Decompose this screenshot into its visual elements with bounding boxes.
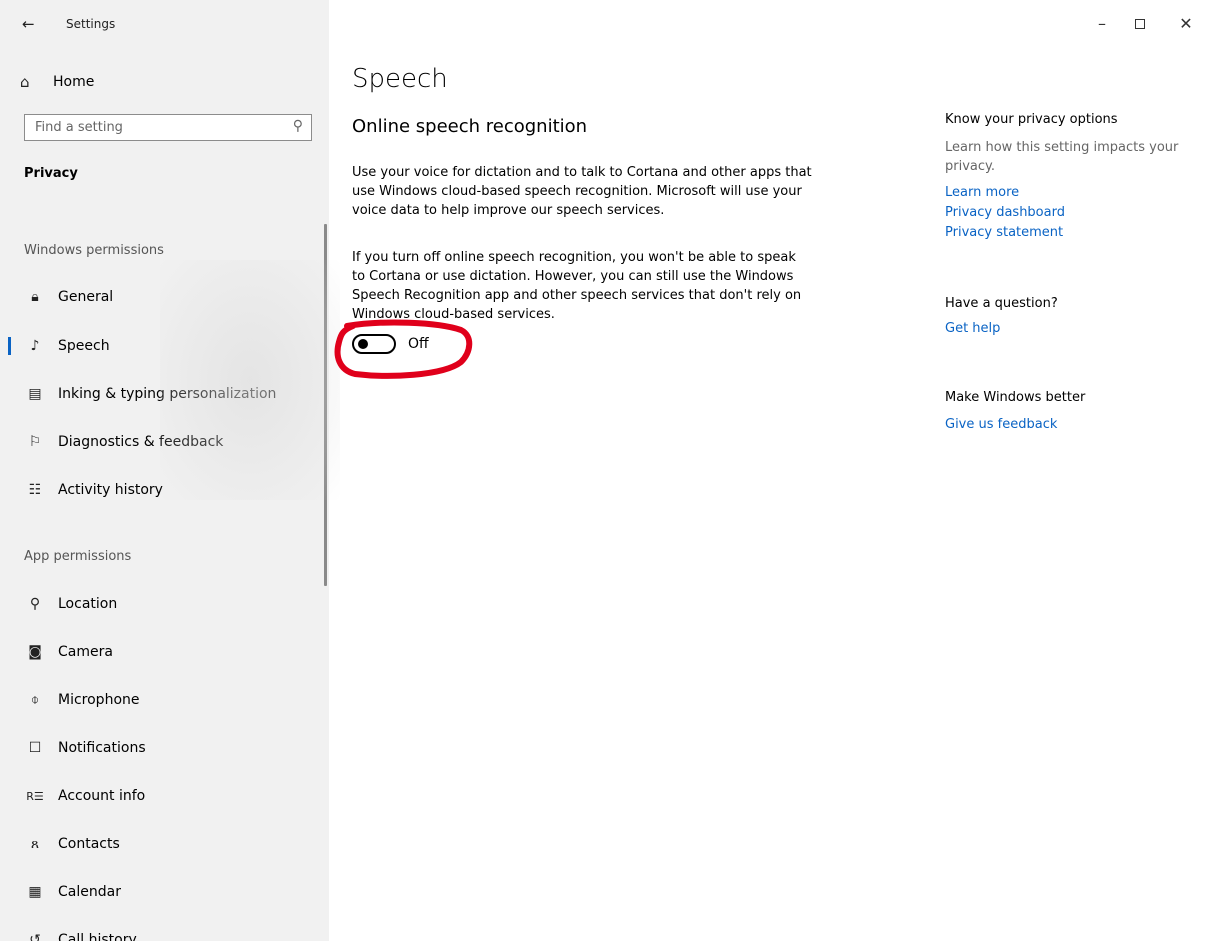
sidebar-item-account-info[interactable]: R☰ Account info — [0, 776, 320, 816]
sidebar-item-general[interactable]: 🔒︎ General — [0, 277, 320, 317]
sidebar-item-label: Contacts — [58, 836, 120, 852]
notifications-icon: ☐ — [28, 740, 42, 756]
camera-icon: ◙ — [28, 644, 42, 660]
sidebar-item-label: Inking & typing personalization — [58, 386, 277, 402]
lock-icon: 🔒︎ — [31, 289, 39, 305]
description-paragraph: Use your voice for dictation and to talk… — [352, 165, 812, 218]
home-nav-item[interactable]: ⌂ Home — [20, 68, 94, 96]
sidebar-item-call-history[interactable]: ↺ Call history — [0, 920, 320, 941]
sidebar-item-microphone[interactable]: ⌽ Microphone — [0, 680, 320, 720]
back-arrow-icon[interactable]: ← — [22, 14, 42, 34]
sidebar-item-inking-typing[interactable]: ▤ Inking & typing personalization — [0, 374, 320, 414]
clipboard-icon: ▤ — [28, 386, 42, 402]
sidebar-item-notifications[interactable]: ☐ Notifications — [0, 728, 320, 768]
maximize-button[interactable] — [1125, 10, 1155, 38]
sidebar-item-speech[interactable]: ♪ Speech — [0, 326, 320, 366]
microphone-icon: ⌽ — [30, 692, 40, 708]
sidebar-item-diagnostics[interactable]: ⚐ Diagnostics & feedback — [0, 422, 320, 462]
privacy-statement-link[interactable]: Privacy statement — [945, 225, 1063, 240]
sidebar-item-label: Calendar — [58, 884, 121, 900]
sidebar-item-label: Account info — [58, 788, 146, 804]
sidebar-item-calendar[interactable]: ▦ Calendar — [0, 872, 320, 912]
warning-paragraph: If you turn off online speech recognitio… — [352, 250, 802, 322]
location-icon: ⚲ — [29, 596, 41, 612]
sidebar-item-camera[interactable]: ◙ Camera — [0, 632, 320, 672]
home-label: Home — [53, 74, 95, 90]
home-icon: ⌂ — [20, 73, 30, 91]
title-bar: ← Settings – ✕ — [0, 0, 1209, 48]
toggle-state-label: Off — [408, 336, 429, 352]
online-speech-toggle-row[interactable]: Off — [352, 333, 429, 355]
privacy-options-text: Learn how this setting impacts your priv… — [945, 140, 1179, 174]
search-placeholder: Find a setting — [35, 120, 123, 135]
contacts-icon: ጸ — [30, 836, 40, 852]
search-icon: ⚲ — [292, 118, 303, 134]
sidebar-item-label: Call history — [58, 932, 137, 941]
section-app-permissions: App permissions — [24, 549, 132, 564]
account-info-icon: R☰ — [26, 789, 44, 803]
sidebar-item-label: General — [58, 289, 114, 305]
sidebar-item-activity-history[interactable]: ☷ Activity history — [0, 470, 320, 510]
maximize-icon — [1135, 19, 1145, 29]
sidebar-item-label: Location — [58, 596, 118, 612]
make-windows-better-heading: Make Windows better — [945, 390, 1086, 405]
privacy-dashboard-link[interactable]: Privacy dashboard — [945, 205, 1065, 220]
sidebar-item-contacts[interactable]: ጸ Contacts — [0, 824, 320, 864]
sidebar-item-label: Activity history — [58, 482, 163, 498]
sidebar-item-label: Speech — [58, 338, 110, 354]
calendar-icon: ▦ — [28, 884, 42, 900]
learn-more-link[interactable]: Learn more — [945, 185, 1019, 200]
question-heading: Have a question? — [945, 296, 1058, 311]
search-input[interactable]: Find a setting ⚲ — [24, 114, 312, 141]
call-history-icon: ↺ — [29, 932, 41, 941]
speech-icon: ♪ — [30, 338, 40, 354]
sidebar-item-label: Diagnostics & feedback — [58, 434, 224, 450]
category-heading: Privacy — [24, 166, 78, 181]
toggle-knob — [358, 339, 368, 349]
window-title: Settings — [66, 17, 116, 31]
section-title: Online speech recognition — [352, 116, 588, 137]
page-title: Speech — [352, 64, 448, 94]
sidebar-scrollbar[interactable] — [324, 224, 327, 586]
get-help-link[interactable]: Get help — [945, 321, 1000, 336]
feedback-icon: ⚐ — [28, 434, 42, 450]
privacy-options-heading: Know your privacy options — [945, 112, 1118, 127]
sidebar-item-label: Camera — [58, 644, 113, 660]
online-speech-toggle[interactable] — [352, 334, 396, 354]
sidebar-item-label: Notifications — [58, 740, 146, 756]
activity-icon: ☷ — [28, 482, 42, 498]
sidebar-item-location[interactable]: ⚲ Location — [0, 584, 320, 624]
give-feedback-link[interactable]: Give us feedback — [945, 417, 1057, 432]
section-windows-permissions: Windows permissions — [24, 243, 164, 258]
sidebar-item-label: Microphone — [58, 692, 140, 708]
close-button[interactable]: ✕ — [1171, 10, 1201, 38]
minimize-button[interactable]: – — [1087, 10, 1117, 38]
selected-indicator — [8, 337, 11, 355]
sidebar: ⌂ Home Find a setting ⚲ Privacy Windows … — [0, 0, 340, 941]
